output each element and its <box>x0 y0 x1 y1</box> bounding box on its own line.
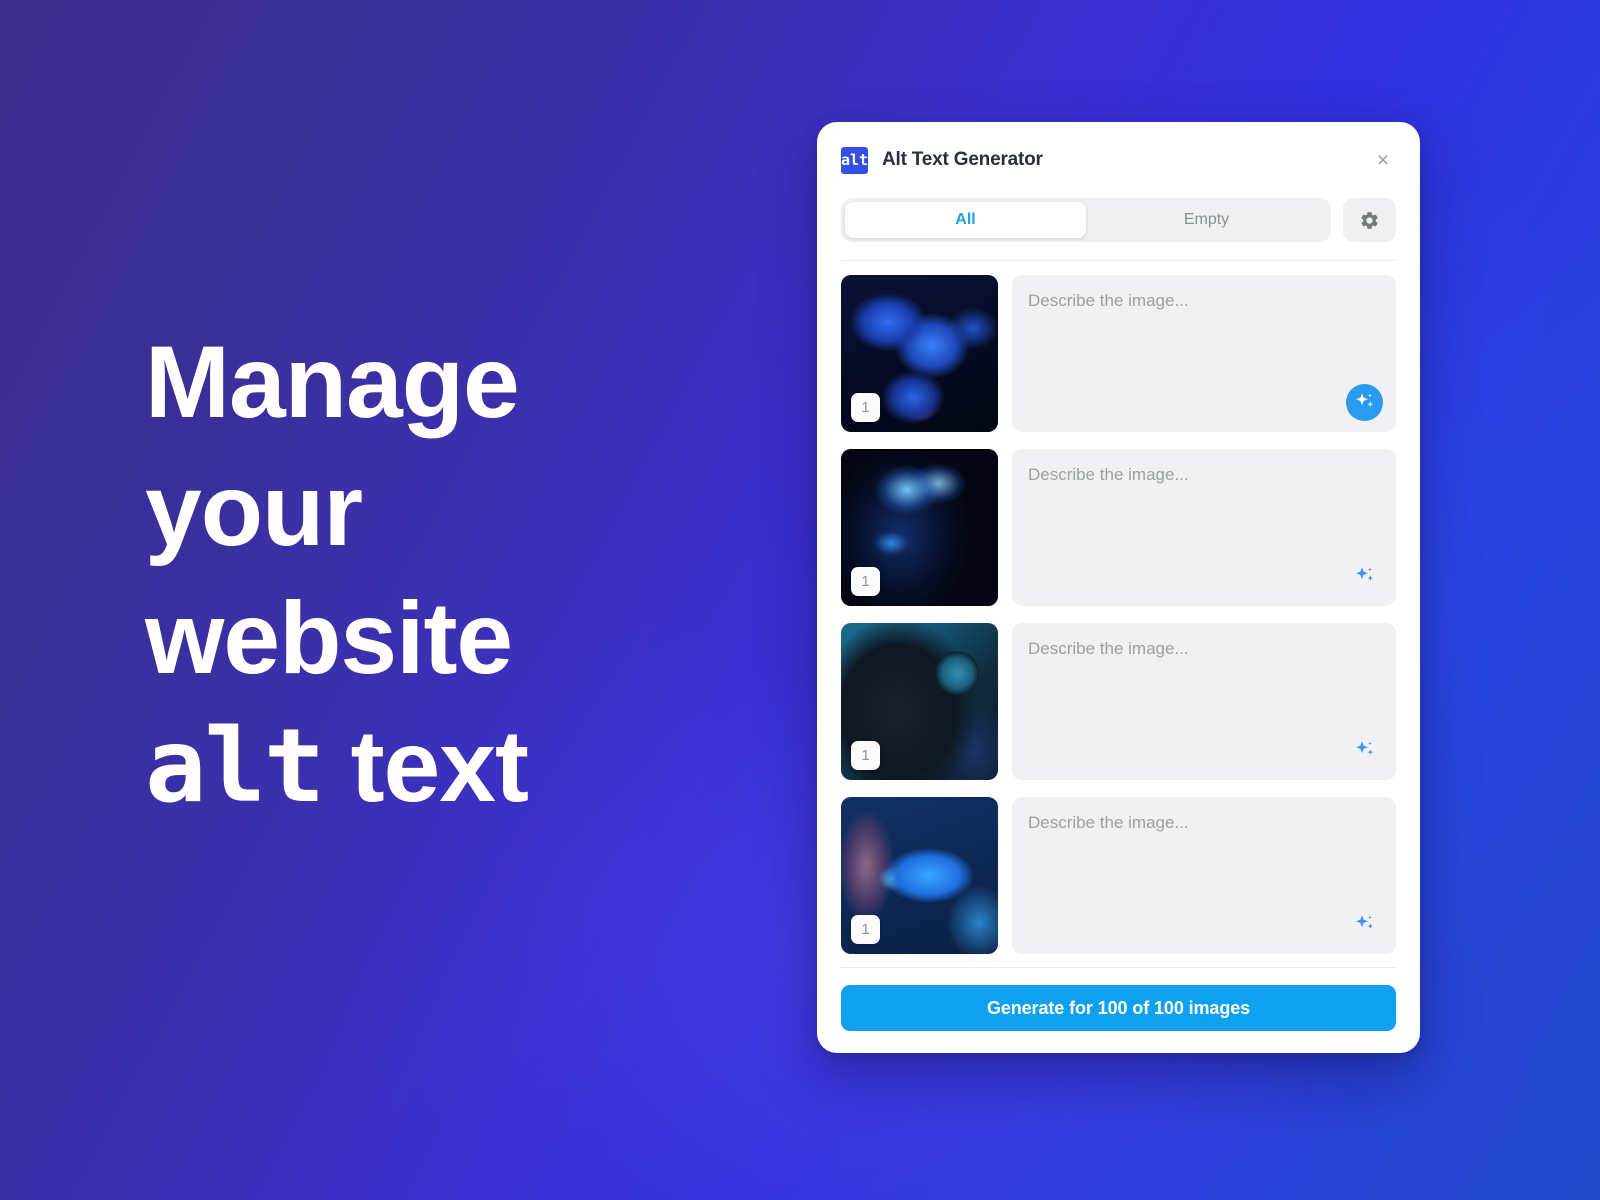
table-row: 1 Describe the image... <box>841 797 1396 954</box>
close-icon[interactable]: × <box>1370 147 1396 173</box>
hero-headline: Manage your website alt text <box>145 318 765 831</box>
hero-line-1: Manage <box>145 325 520 439</box>
alt-text-placeholder: Describe the image... <box>1028 291 1189 310</box>
generate-alt-text-button[interactable] <box>1346 384 1383 421</box>
sparkle-icon <box>1352 564 1377 589</box>
app-logo-icon: alt <box>841 146 868 174</box>
panel-header: alt Alt Text Generator × <box>841 122 1396 198</box>
alt-text-placeholder: Describe the image... <box>1028 465 1189 484</box>
image-thumbnail[interactable]: 1 <box>841 275 998 432</box>
hero-line-4: alt text <box>145 702 765 831</box>
table-row: 1 Describe the image... <box>841 449 1396 606</box>
panel-footer: Generate for 100 of 100 images <box>841 967 1396 1053</box>
image-thumbnail[interactable]: 1 <box>841 623 998 780</box>
image-thumbnail[interactable]: 1 <box>841 797 998 954</box>
usage-count-badge: 1 <box>851 741 880 770</box>
panel-title: Alt Text Generator <box>882 149 1043 170</box>
hero-text-word: text <box>323 709 529 823</box>
filter-segmented-control: All Empty <box>841 198 1331 242</box>
alt-text-placeholder: Describe the image... <box>1028 813 1189 832</box>
usage-count-badge: 1 <box>851 567 880 596</box>
hero-line-3: website <box>145 581 513 695</box>
generate-alt-text-button[interactable] <box>1346 906 1383 943</box>
generate-all-button[interactable]: Generate for 100 of 100 images <box>841 985 1396 1031</box>
table-row: 1 Describe the image... <box>841 623 1396 780</box>
usage-count-badge: 1 <box>851 915 880 944</box>
tab-all[interactable]: All <box>845 202 1086 238</box>
alt-text-input[interactable]: Describe the image... <box>1012 275 1396 432</box>
alt-text-input[interactable]: Describe the image... <box>1012 797 1396 954</box>
panel-toolbar: All Empty <box>841 198 1396 261</box>
sparkle-icon <box>1352 390 1377 415</box>
tab-empty[interactable]: Empty <box>1086 202 1327 238</box>
alt-text-generator-panel: alt Alt Text Generator × All Empty 1 Des… <box>817 122 1420 1053</box>
image-thumbnail[interactable]: 1 <box>841 449 998 606</box>
sparkle-icon <box>1352 738 1377 763</box>
hero-line-2: your <box>145 453 363 567</box>
hero-alt-word: alt <box>145 707 325 826</box>
sparkle-icon <box>1352 912 1377 937</box>
alt-text-input[interactable]: Describe the image... <box>1012 449 1396 606</box>
alt-text-input[interactable]: Describe the image... <box>1012 623 1396 780</box>
generate-alt-text-button[interactable] <box>1346 732 1383 769</box>
usage-count-badge: 1 <box>851 393 880 422</box>
table-row: 1 Describe the image... <box>841 275 1396 432</box>
settings-button[interactable] <box>1343 198 1396 242</box>
generate-alt-text-button[interactable] <box>1346 558 1383 595</box>
alt-text-placeholder: Describe the image... <box>1028 639 1189 658</box>
image-list: 1 Describe the image... 1 Describe the i… <box>841 261 1396 967</box>
gear-icon <box>1359 210 1380 231</box>
